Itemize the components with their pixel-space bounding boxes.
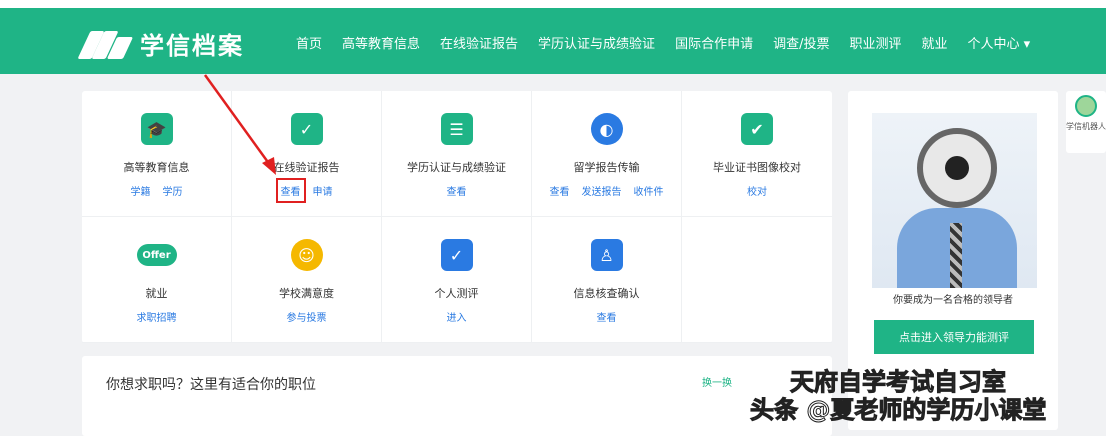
service-label: 毕业证书图像校对 [713,161,801,174]
service-tile: ✔ 毕业证书图像校对 校对 [682,91,832,217]
shield-check-icon: ✓ [290,113,323,145]
top-nav: 学信档案 首页 高等教育信息 在线验证报告 学历认证与成绩验证 国际合作申请 调查/投票 职… [0,8,1106,74]
service-label: 信息核查确认 [573,287,640,300]
service-label: 个人测评 [434,287,479,300]
service-tile: ◐ 留学报告传输 查看 发送报告 收件件 [532,91,682,217]
service-link[interactable]: 进入 [447,309,467,324]
service-link[interactable]: 发送报告 [582,183,622,198]
robot-label: 学信机器人 [1066,122,1106,131]
main-menu: 首页 高等教育信息 在线验证报告 学历认证与成绩验证 国际合作申请 调查/投票 职业测评 就业… [296,33,1030,52]
nav-item[interactable]: 高等教育信息 [342,33,420,52]
service-tile: 🎓 高等教育信息学籍 学历 [82,91,232,217]
graduate-icon: 🎓 [140,113,173,145]
service-tile: Offer 就业求职招聘 [82,217,232,343]
jobs-title: 你想求职吗？这里有适合你的职位 [106,377,316,393]
clipboard-check-icon: ✓ [440,239,473,271]
service-link[interactable]: 校对 [747,183,767,198]
logo[interactable]: 学信档案 [77,26,244,61]
nav-item[interactable]: 个人中心 ▾ [968,33,1031,52]
browser-strip [0,0,1106,8]
service-label: 留学报告传输 [573,161,640,174]
logo-icon [77,29,134,59]
service-link[interactable]: 求职招聘 [137,309,177,324]
nav-item[interactable]: 国际合作申请 [675,33,753,52]
empty-tile [682,217,832,343]
smile-icon: ☺ [290,239,323,271]
service-label: 就业 [145,287,168,300]
watermark-line2: 头条 @夏老师的学历小课堂 [749,396,1047,425]
service-tile: ☰ 学历认证与成绩验证 查看 [382,91,532,217]
service-label: 高等教育信息 [123,161,190,174]
shield-user-icon: ♙ [590,239,623,271]
refresh-jobs-link[interactable]: 换一换 [702,374,732,389]
service-label: 学校满意度 [279,287,334,300]
logo-text: 学信档案 [140,32,244,60]
jobs-panel: 你想求职吗？这里有适合你的职位 换一换 [82,356,832,436]
robot-icon [1075,95,1097,117]
service-link[interactable]: 学历 [163,183,183,198]
leadership-test-button[interactable]: 点击进入领导力能测评 [874,320,1034,354]
service-label: 学历认证与成绩验证 [407,161,506,174]
service-tile: ✓ 在线验证报告查看 申请 [232,91,382,217]
services-panel: 🎓 高等教育信息 学籍 学历 ✓ 在线验证报告 查看 申请 ☰ 学历认证与成绩验证 查看 ◐ 留学报告传… [82,91,832,343]
nav-item[interactable]: 调查/投票 [773,33,829,52]
nav-item[interactable]: 就业 [921,33,947,52]
service-link[interactable]: 查看 [597,309,617,324]
service-link[interactable]: 申请 [313,183,333,198]
offer-icon: Offer [136,244,177,266]
user-check-icon: ✔ [741,113,773,145]
service-tile: ☺ 学校满意度参与投票 [232,217,382,343]
nav-item[interactable]: 职业测评 [849,33,901,52]
service-link[interactable]: 查看 [275,178,306,203]
nav-item[interactable]: 在线验证报告 [440,33,518,52]
service-link[interactable]: 查看 [447,183,467,198]
nav-item[interactable]: 首页 [296,33,322,52]
service-tile: ✓ 个人测评进入 [382,217,532,343]
service-link[interactable]: 学籍 [131,183,151,198]
service-tile: ♙ 信息核查确认 查看 [532,217,682,343]
nav-item[interactable]: 学历认证与成绩验证 [538,33,655,52]
service-label: 在线验证报告 [273,161,340,174]
robot-button[interactable]: 学信机器人 [1066,91,1106,153]
certificate-icon: ☰ [440,113,473,145]
service-link[interactable]: 收件件 [634,183,664,198]
service-link[interactable]: 参与投票 [287,309,327,324]
service-link[interactable]: 查看 [550,183,570,198]
globe-icon: ◐ [590,113,623,145]
megaphone-man-image [872,113,1037,288]
ad-text: 你要成为一名合格的领导者 [893,295,1013,306]
